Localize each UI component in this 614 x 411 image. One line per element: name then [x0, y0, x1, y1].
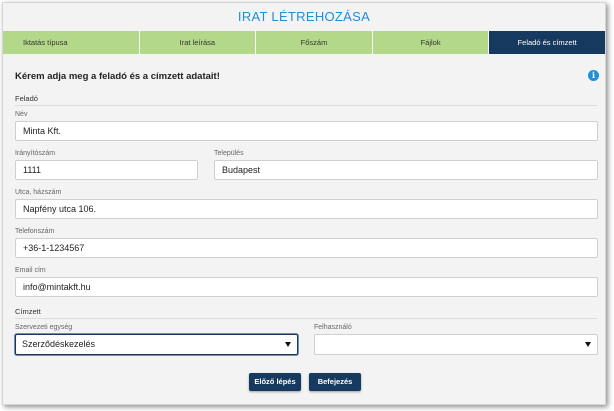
step-irat-leirasa[interactable]: Irat leírása [138, 31, 256, 54]
phone-label: Telefonszám [15, 228, 55, 235]
wizard-steps: Iktatás típusa Irat leírása Főszám Fájlo… [3, 31, 605, 54]
user-label: Felhasználó [314, 324, 352, 331]
street-label: Utca, házszám [15, 189, 62, 196]
info-icon[interactable]: i [588, 70, 599, 81]
user-select[interactable] [314, 334, 598, 355]
step-felado-es-cimzett[interactable]: Feladó és címzett [488, 31, 605, 54]
city-label: Település [214, 150, 244, 157]
name-input[interactable]: Minta Kft. [15, 121, 598, 141]
zip-label: Irányítószám [15, 150, 56, 157]
unit-select[interactable]: Szerződéskezelés [15, 334, 298, 355]
sender-divider [15, 105, 597, 106]
unit-select-value: Szerződéskezelés [22, 339, 96, 349]
email-label: Email cím [15, 267, 46, 274]
street-input[interactable]: Napfény utca 106. [15, 199, 598, 219]
recipient-section-label: Címzett [15, 307, 41, 316]
previous-step-button[interactable]: Előző lépés [249, 373, 301, 391]
step-iktatas-tipusa[interactable]: Iktatás típusa [3, 31, 139, 54]
chevron-down-icon [585, 342, 591, 347]
step-fajlok[interactable]: Fájlok [371, 31, 489, 54]
chevron-down-icon [285, 342, 291, 347]
sender-section-label: Feladó [15, 94, 38, 103]
unit-label: Szervezeti egység [15, 324, 73, 331]
recipient-divider [15, 318, 597, 319]
city-input[interactable]: Budapest [214, 160, 598, 180]
step-foszam[interactable]: Főszám [255, 31, 372, 54]
dialog-title: IRAT LÉTREHOZÁSA [237, 9, 371, 24]
create-document-dialog: IRAT LÉTREHOZÁSA Iktatás típusa Irat leí… [2, 2, 606, 405]
phone-input[interactable]: +36-1-1234567 [15, 238, 598, 258]
form-heading: Kérem adja meg a feladó és a címzett ada… [15, 71, 220, 82]
finish-button[interactable]: Befejezés [309, 373, 361, 391]
email-input[interactable]: info@mintakft.hu [15, 277, 598, 297]
name-label: Név [15, 111, 28, 118]
zip-input[interactable]: 1111 [15, 160, 198, 180]
